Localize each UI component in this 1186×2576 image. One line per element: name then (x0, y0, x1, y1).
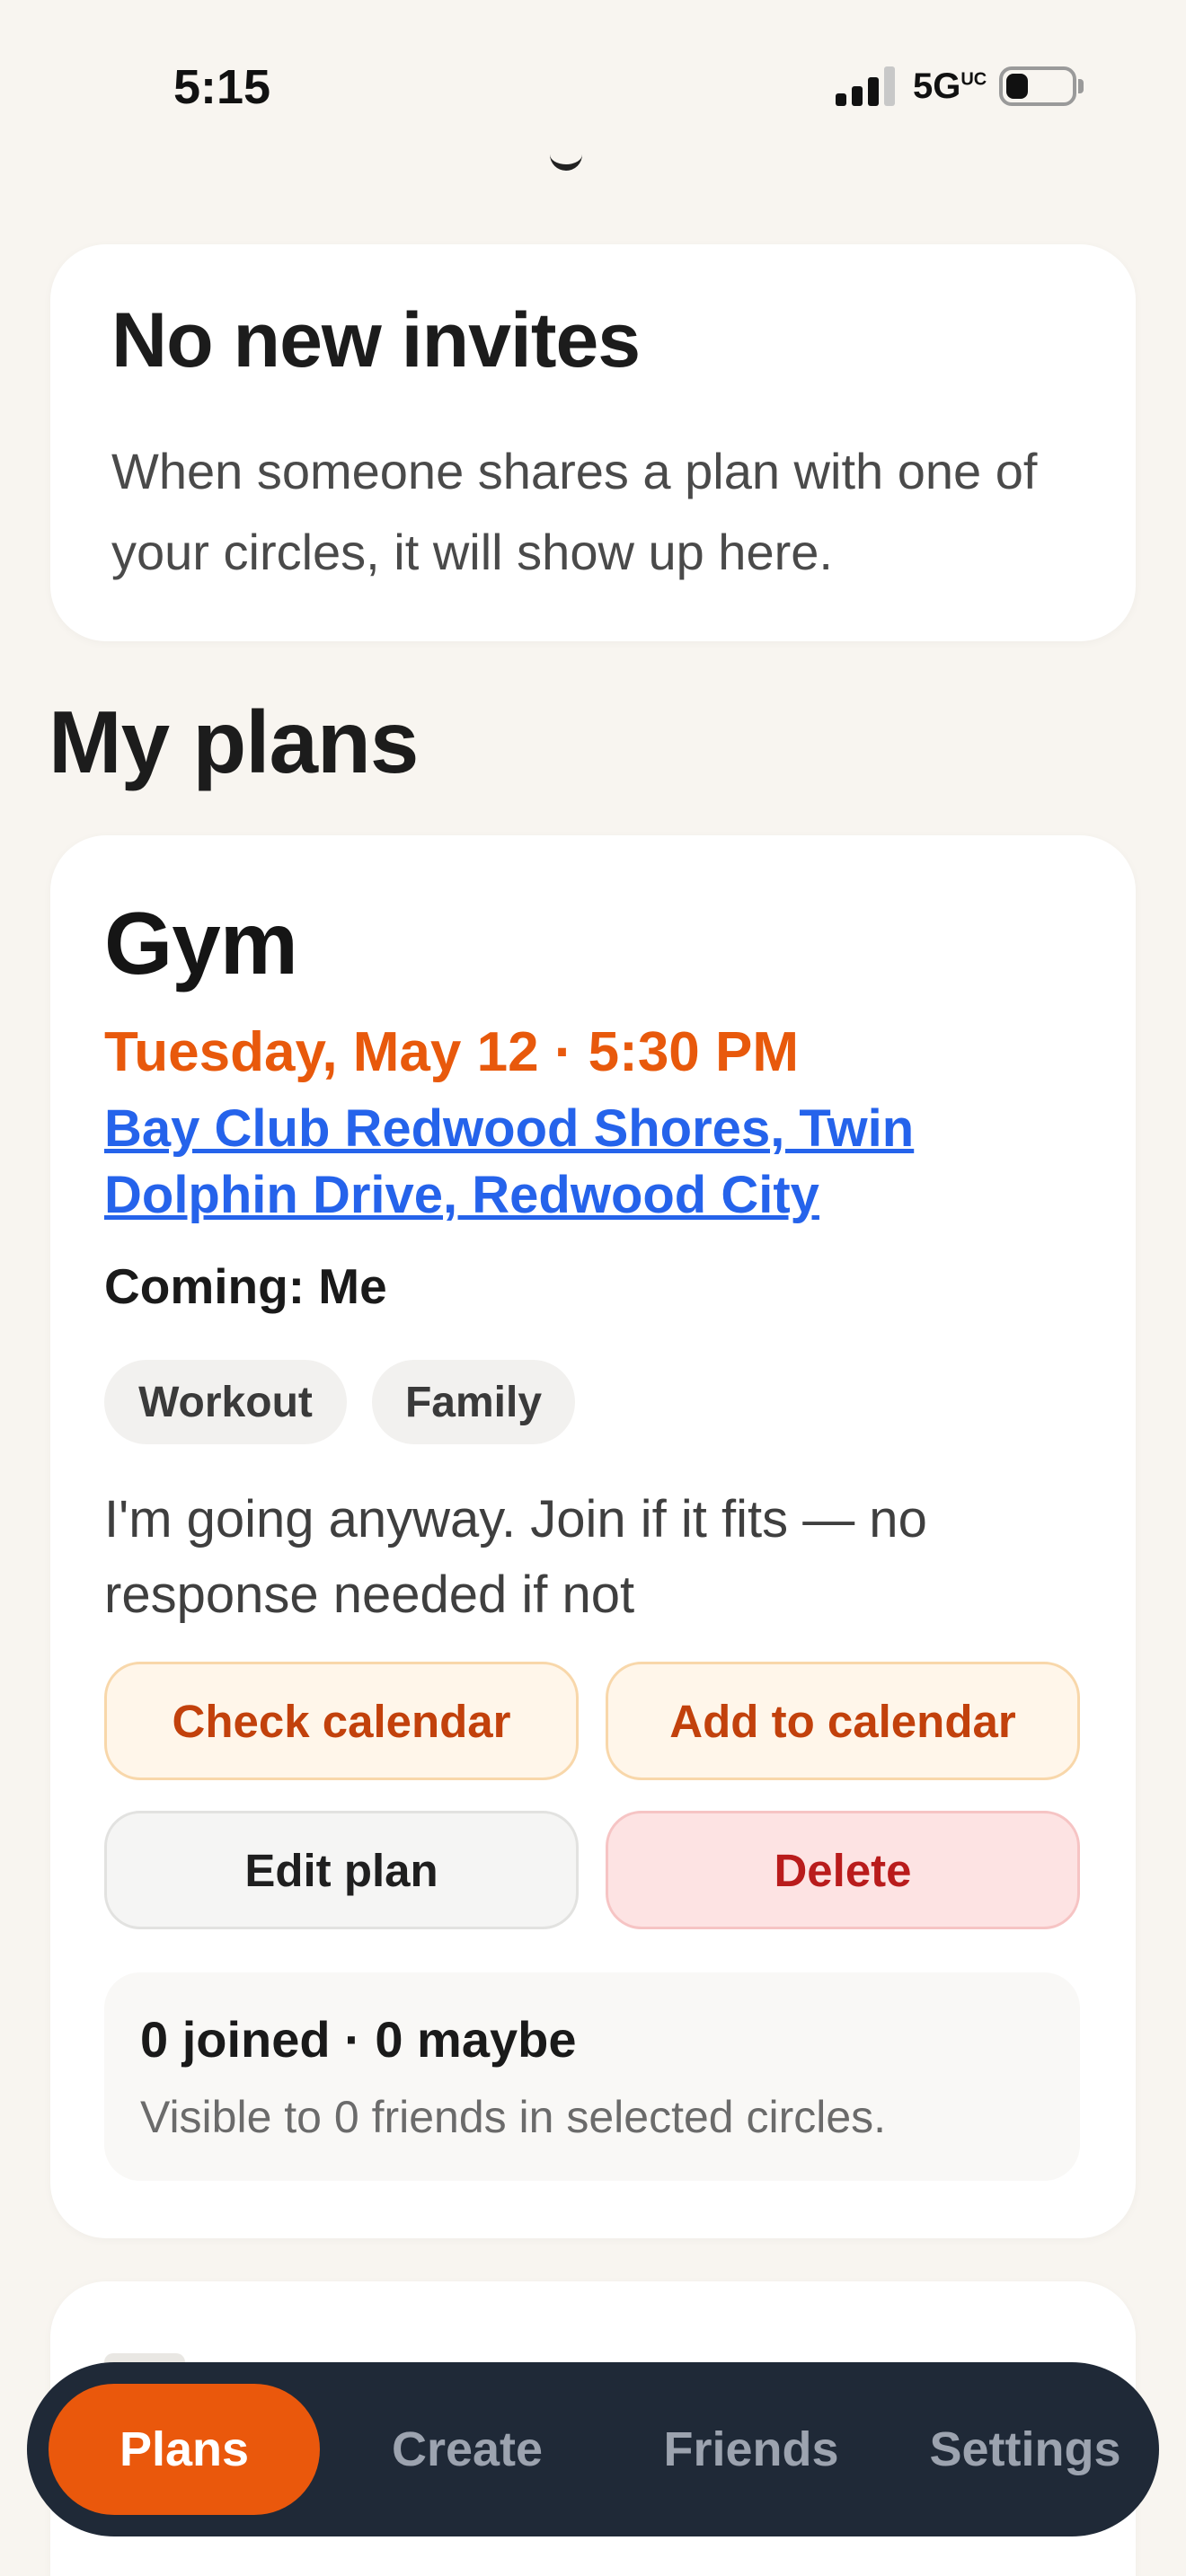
plan-visibility: Visible to 0 friends in selected circles… (140, 2092, 887, 2142)
plan-title: Gym (104, 894, 298, 992)
tab-settings[interactable]: Settings (895, 2384, 1155, 2515)
plan-stats: 0 joined · 0 maybe Visible to 0 friends … (104, 1972, 1080, 2181)
plan-datetime: Tuesday, May 12 · 5:30 PM (104, 1021, 800, 1083)
battery-icon (999, 66, 1076, 106)
check-calendar-button[interactable]: Check calendar (104, 1662, 579, 1780)
network-indicator: 5GUC (913, 66, 987, 106)
tab-create[interactable]: Create (341, 2384, 593, 2515)
delete-button[interactable]: Delete (606, 1811, 1080, 1929)
status-bar: 5:15 5GUC (0, 0, 1186, 162)
plan-response-counts: 0 joined · 0 maybe (140, 2011, 577, 2068)
tab-friends[interactable]: Friends (616, 2384, 886, 2515)
tag-chip: Family (372, 1360, 575, 1444)
tag-chip: Workout (104, 1360, 347, 1444)
invites-description: When someone shares a plan with one of y… (111, 443, 1038, 580)
plan-location-link[interactable]: Bay Club Redwood Shores, Twin Dolphin Dr… (104, 1096, 1048, 1229)
battery-tip (1078, 79, 1084, 93)
plan-note: I'm going anyway. Join if it fits — no r… (104, 1490, 927, 1624)
plan-card: Gym Tuesday, May 12 · 5:30 PM Bay Club R… (50, 835, 1136, 2238)
scrolled-text-fragment (550, 151, 582, 171)
tab-plans[interactable]: Plans (49, 2384, 320, 2515)
status-time: 5:15 (173, 60, 271, 114)
tab-bar: Plans Create Friends Settings (27, 2362, 1159, 2536)
invites-title: No new invites (111, 297, 641, 384)
edit-plan-button[interactable]: Edit plan (104, 1811, 579, 1929)
invites-card: No new invites When someone shares a pla… (50, 244, 1136, 641)
add-to-calendar-button[interactable]: Add to calendar (606, 1662, 1080, 1780)
my-plans-heading: My plans (49, 693, 419, 791)
signal-icon (836, 65, 898, 106)
plan-attendees: Coming: Me (104, 1258, 387, 1314)
